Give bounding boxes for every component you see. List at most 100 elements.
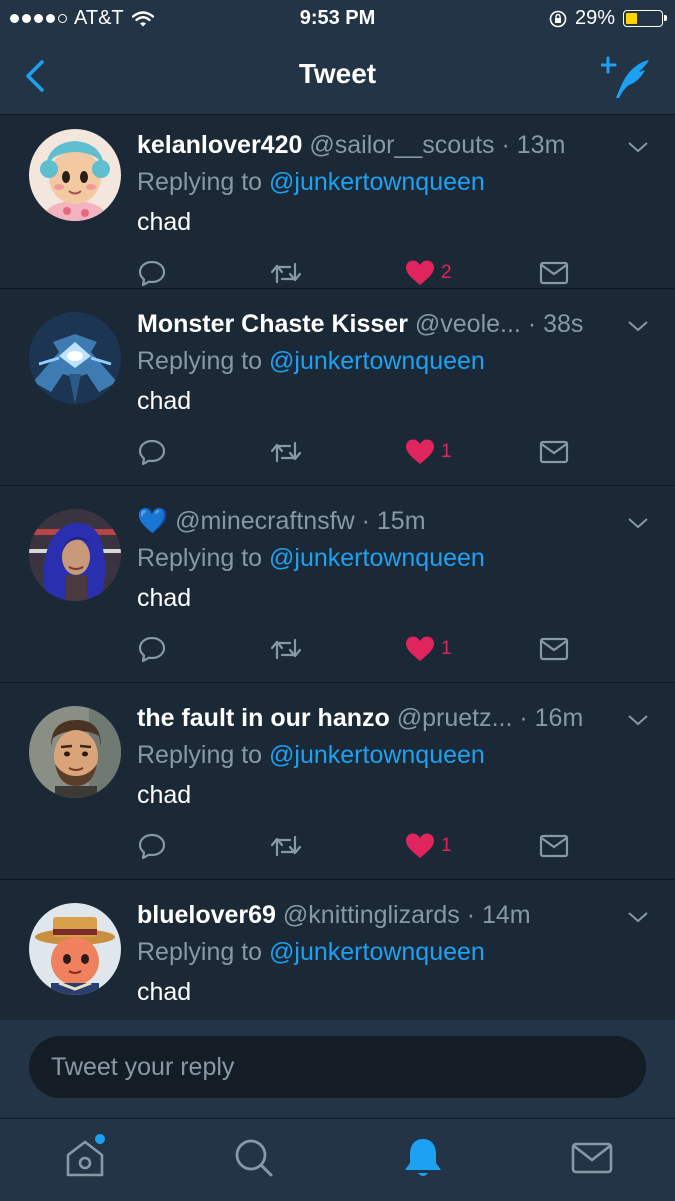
nav-bar: Tweet [0, 38, 675, 115]
reply-icon [138, 439, 166, 466]
tweet-text: chad [137, 978, 192, 1006]
tweet-time: 16m [534, 704, 584, 732]
orientation-lock-icon [549, 10, 567, 27]
page-title: Tweet [298, 58, 377, 89]
like-count: 1 [441, 835, 452, 856]
mention-link[interactable]: @junkertownqueen [269, 168, 485, 196]
tweet-time: 15m [376, 507, 426, 535]
compose-tweet-icon[interactable] [601, 56, 653, 100]
retweet-icon [270, 638, 302, 660]
tweet-text: chad [137, 781, 192, 809]
chevron-down-icon[interactable] [627, 319, 649, 333]
tweet-time: 13m [516, 131, 566, 159]
avatar[interactable] [29, 903, 121, 995]
retweet-icon [270, 441, 302, 463]
mention-link[interactable]: @junkertownqueen [269, 938, 485, 966]
replying-to: Replying to @junkertownqueen [137, 741, 485, 769]
tweet-text: chad [137, 208, 192, 236]
tweet-header: the fault in our hanzo @pruetz... · 16m [137, 704, 584, 732]
avatar[interactable] [29, 312, 121, 404]
mention-link[interactable]: @junkertownqueen [269, 347, 485, 375]
replying-to: Replying to @junkertownqueen [137, 544, 485, 572]
tweet-actions: 1 [137, 437, 577, 471]
avatar[interactable] [29, 509, 121, 601]
like-button[interactable]: 2 [405, 258, 452, 288]
tweet-actions: 1 [137, 831, 577, 865]
replying-to: Replying to @junkertownqueen [137, 347, 485, 375]
tweet-header: 💙 @minecraftnsfw · 15m [137, 507, 426, 535]
user-handle[interactable]: @sailor__scouts [309, 131, 494, 159]
tweet-item[interactable]: Monster Chaste Kisser @veole... · 38s Re… [0, 290, 675, 486]
tweet-text: chad [137, 584, 192, 612]
reply-bar: Tweet your reply [0, 1020, 675, 1118]
retweet-button[interactable] [270, 258, 302, 288]
retweet-icon [270, 262, 302, 284]
user-handle[interactable]: @knittinglizards [283, 901, 460, 929]
replying-to: Replying to @junkertownqueen [137, 168, 485, 196]
retweet-button[interactable] [270, 634, 302, 664]
direct-message-button[interactable] [539, 258, 569, 288]
chevron-down-icon[interactable] [627, 516, 649, 530]
home-icon[interactable] [60, 1133, 110, 1183]
tweet-item[interactable]: bluelover69 @knittinglizards · 14m Reply… [0, 881, 675, 1020]
retweet-button[interactable] [270, 831, 302, 861]
search-icon[interactable] [229, 1133, 279, 1183]
envelope-icon [539, 440, 569, 464]
replying-to: Replying to @junkertownqueen [137, 938, 485, 966]
chevron-down-icon[interactable] [627, 713, 649, 727]
tab-bar [0, 1118, 675, 1201]
like-count: 1 [441, 441, 452, 462]
reply-icon [138, 260, 166, 287]
retweet-button[interactable] [270, 437, 302, 467]
heart-icon [406, 833, 434, 858]
reply-icon [138, 636, 166, 663]
tweet-item[interactable]: 💙 @minecraftnsfw · 15m Replying to @junk… [0, 487, 675, 683]
tweet-actions: 2 [137, 258, 577, 292]
chevron-down-icon[interactable] [627, 910, 649, 924]
tweet-item[interactable]: kelanlover420 @sailor__scouts · 13m Repl… [0, 115, 675, 289]
like-count: 2 [441, 262, 452, 283]
direct-message-button[interactable] [539, 634, 569, 664]
display-name[interactable]: the fault in our hanzo [137, 704, 390, 732]
display-name[interactable]: bluelover69 [137, 901, 276, 929]
envelope-icon [539, 637, 569, 661]
direct-message-button[interactable] [539, 437, 569, 467]
user-handle[interactable]: @pruetz... [397, 704, 513, 732]
mention-link[interactable]: @junkertownqueen [269, 741, 485, 769]
reply-button[interactable] [137, 634, 167, 664]
direct-message-button[interactable] [539, 831, 569, 861]
user-handle[interactable]: @veole... [415, 310, 521, 338]
tweet-header: bluelover69 @knittinglizards · 14m [137, 901, 531, 929]
reply-button[interactable] [137, 831, 167, 861]
reply-button[interactable] [137, 437, 167, 467]
tweet-time: 14m [481, 901, 531, 929]
avatar[interactable] [29, 129, 121, 221]
like-button[interactable]: 1 [405, 634, 452, 664]
tweet-header: Monster Chaste Kisser @veole... · 38s [137, 310, 584, 338]
mention-link[interactable]: @junkertownqueen [269, 544, 485, 572]
tweet-actions: 1 [137, 634, 577, 668]
replies-feed[interactable]: kelanlover420 @sailor__scouts · 13m Repl… [0, 115, 675, 1020]
chevron-down-icon[interactable] [627, 140, 649, 154]
display-name[interactable]: kelanlover420 [137, 131, 302, 159]
reply-button[interactable] [137, 258, 167, 288]
display-name[interactable]: 💙 [137, 507, 168, 535]
battery-percent: 29% [574, 7, 615, 29]
heart-icon [406, 260, 434, 285]
heart-icon [406, 636, 434, 661]
avatar[interactable] [29, 706, 121, 798]
envelope-icon [539, 261, 569, 285]
status-bar: AT&T 9:53 PM 29% [0, 0, 675, 38]
retweet-icon [270, 835, 302, 857]
reply-input[interactable]: Tweet your reply [29, 1036, 646, 1098]
like-count: 1 [441, 638, 452, 659]
tweet-item[interactable]: the fault in our hanzo @pruetz... · 16m … [0, 684, 675, 880]
battery-icon [623, 10, 667, 27]
heart-icon [406, 439, 434, 464]
like-button[interactable]: 1 [405, 831, 452, 861]
messages-icon[interactable] [567, 1133, 617, 1183]
notifications-icon[interactable] [398, 1133, 448, 1183]
user-handle[interactable]: @minecraftnsfw [175, 507, 355, 535]
display-name[interactable]: Monster Chaste Kisser [137, 310, 408, 338]
like-button[interactable]: 1 [405, 437, 452, 467]
